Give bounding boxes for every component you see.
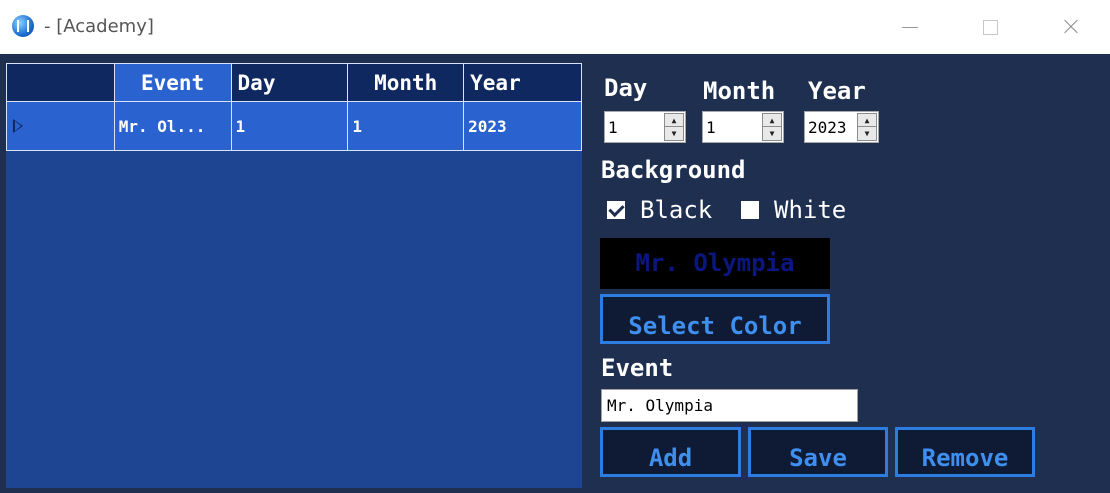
black-checkbox-label[interactable]: Black — [640, 196, 712, 224]
black-checkbox[interactable] — [607, 201, 625, 219]
row-header-corner — [6, 63, 115, 102]
year-stepper[interactable]: 2023 ▲ ▼ — [804, 111, 879, 143]
month-stepper-buttons: ▲ ▼ — [762, 113, 782, 141]
row-pointer-icon — [13, 118, 23, 133]
year-label: Year — [808, 77, 866, 105]
remove-button[interactable]: Remove — [895, 427, 1035, 477]
event-input[interactable]: Mr. Olympia — [601, 389, 858, 422]
cell-year[interactable]: 2023 — [463, 101, 582, 151]
day-stepper-buttons: ▲ ▼ — [664, 113, 684, 141]
color-preview: Mr. Olympia — [600, 238, 830, 289]
close-button[interactable] — [1050, 10, 1090, 44]
cell-day[interactable]: 1 — [230, 101, 349, 151]
cell-event[interactable]: Mr. Ol... — [113, 101, 232, 151]
select-color-button[interactable]: Select Color — [600, 294, 830, 344]
month-stepper[interactable]: 1 ▲ ▼ — [702, 111, 784, 143]
column-header-year[interactable]: Year — [463, 63, 582, 102]
events-grid[interactable]: Event Day Month Year Mr. Ol... 1 1 2023 — [6, 63, 582, 488]
grid-header-row: Event Day Month Year — [6, 63, 582, 102]
events-table: Event Day Month Year Mr. Ol... 1 1 2023 — [6, 63, 582, 151]
title-bar: - [Academy] — [0, 0, 1110, 54]
month-up-arrow-icon[interactable]: ▲ — [763, 114, 781, 127]
cell-month[interactable]: 1 — [347, 101, 465, 151]
day-down-arrow-icon[interactable]: ▼ — [665, 127, 683, 140]
maximize-button[interactable] — [970, 10, 1010, 44]
save-button[interactable]: Save — [748, 427, 888, 477]
year-stepper-value[interactable]: 2023 — [808, 118, 847, 137]
column-header-month[interactable]: Month — [347, 63, 465, 102]
event-label: Event — [601, 354, 674, 382]
white-checkbox-label[interactable]: White — [774, 196, 846, 224]
day-stepper-value[interactable]: 1 — [608, 118, 618, 137]
month-label: Month — [703, 77, 776, 105]
window-title: - [Academy] — [44, 16, 154, 37]
add-button[interactable]: Add — [600, 427, 741, 477]
white-checkbox[interactable] — [741, 201, 759, 219]
background-label: Background — [601, 156, 746, 184]
month-down-arrow-icon[interactable]: ▼ — [763, 127, 781, 140]
column-header-event[interactable]: Event — [113, 63, 232, 102]
row-header[interactable] — [6, 101, 115, 151]
day-stepper[interactable]: 1 ▲ ▼ — [604, 111, 686, 143]
table-row[interactable]: Mr. Ol... 1 1 2023 — [6, 101, 582, 151]
day-label: Day — [604, 74, 648, 102]
day-up-arrow-icon[interactable]: ▲ — [665, 114, 683, 127]
app-logo-icon — [12, 15, 34, 37]
minimize-button[interactable] — [890, 10, 930, 44]
month-stepper-value[interactable]: 1 — [706, 118, 716, 137]
year-stepper-buttons: ▲ ▼ — [857, 113, 877, 141]
column-header-day[interactable]: Day — [230, 63, 349, 102]
year-down-arrow-icon[interactable]: ▼ — [858, 127, 876, 140]
year-up-arrow-icon[interactable]: ▲ — [858, 114, 876, 127]
